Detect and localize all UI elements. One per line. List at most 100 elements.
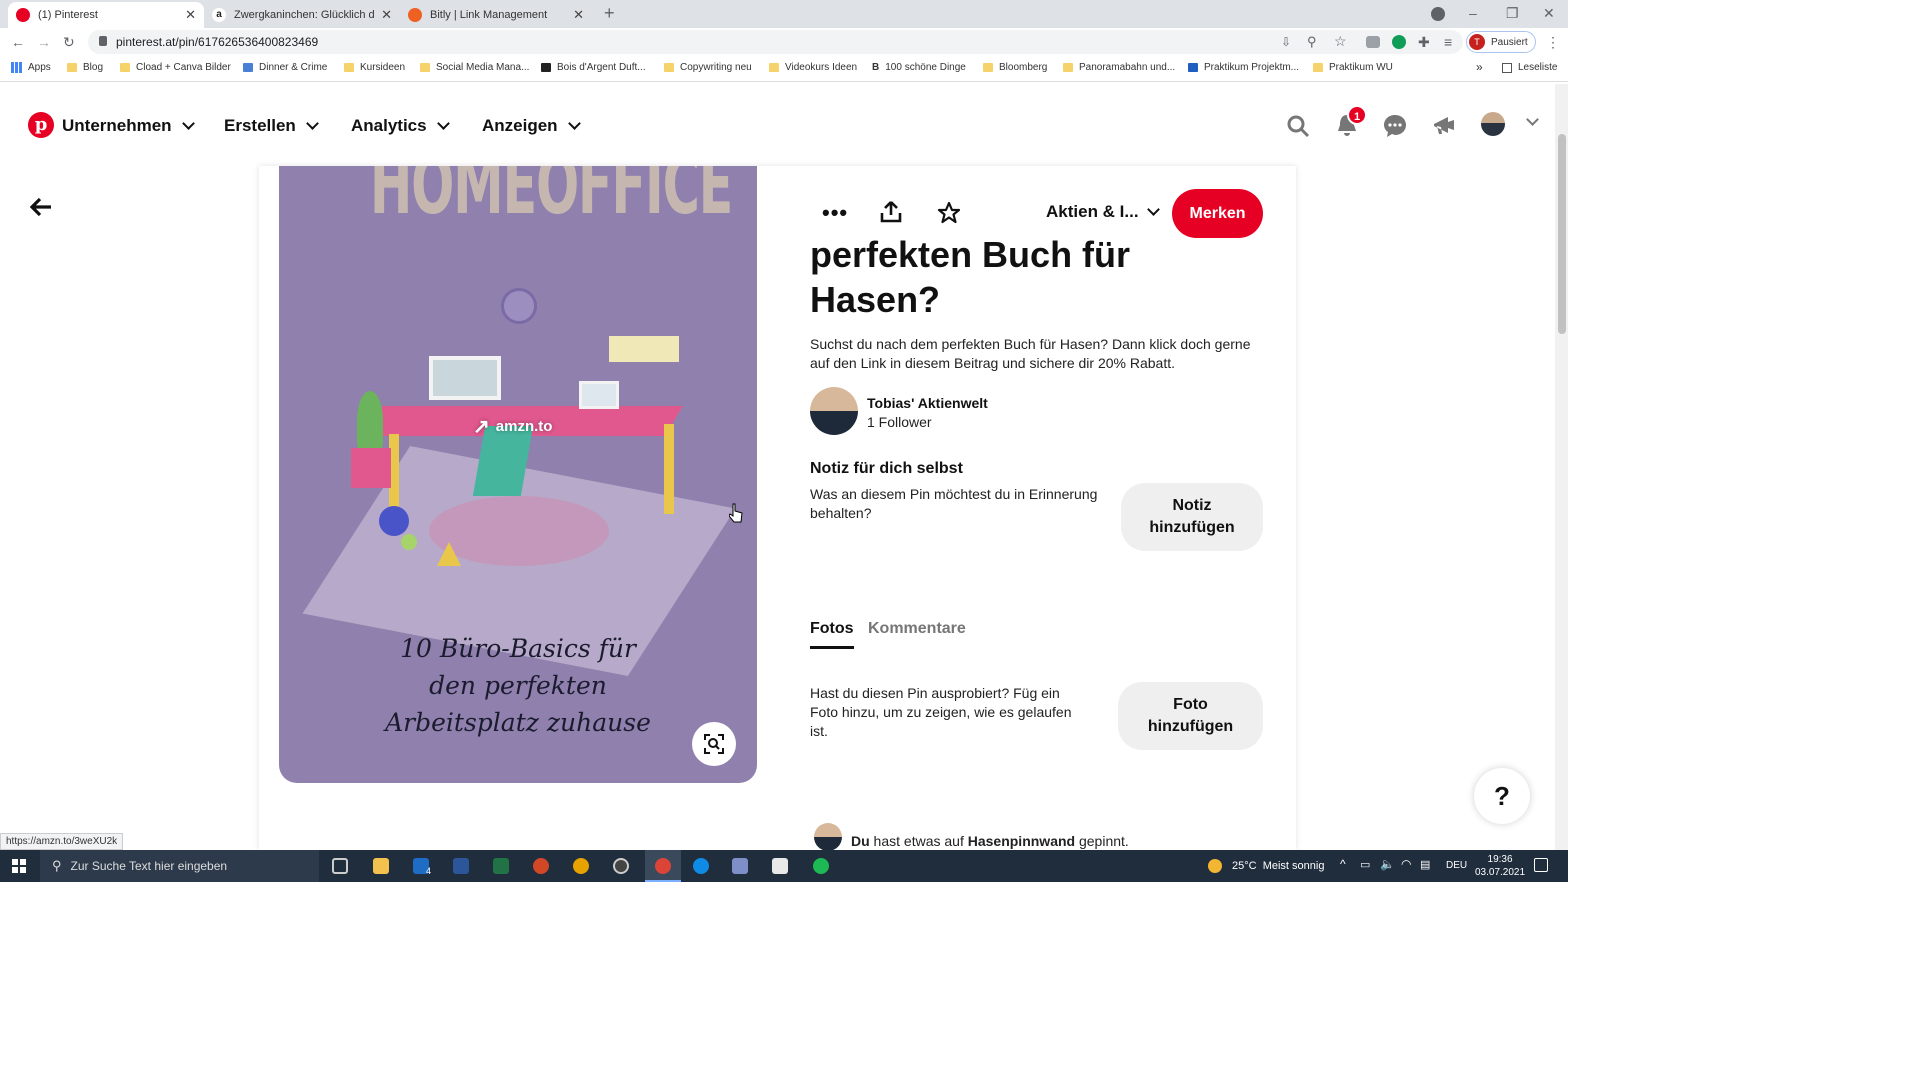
keyboard-icon[interactable]: ▤ bbox=[1420, 858, 1430, 871]
page-scrollbar[interactable] bbox=[1555, 84, 1568, 850]
bookmark-item[interactable]: Blog bbox=[67, 62, 103, 73]
forward-icon[interactable]: → bbox=[37, 35, 51, 49]
bookmark-item[interactable]: Bloomberg bbox=[983, 62, 1047, 73]
notification-center-icon[interactable] bbox=[1534, 858, 1548, 872]
zoom-icon[interactable]: ⚲ bbox=[1307, 34, 1317, 50]
back-arrow-icon[interactable] bbox=[30, 196, 52, 218]
powerpoint-icon[interactable] bbox=[533, 858, 549, 874]
wifi-icon[interactable]: ◠ bbox=[1401, 857, 1411, 871]
bookmark-item[interactable]: Social Media Mana... bbox=[420, 62, 529, 73]
install-icon[interactable]: ⇩ bbox=[1281, 35, 1291, 49]
restore-icon[interactable]: ❐ bbox=[1506, 6, 1519, 20]
plant-illustration bbox=[357, 391, 383, 449]
volume-icon[interactable]: 🔈 bbox=[1380, 857, 1395, 871]
author-name[interactable]: Tobias' Aktienwelt bbox=[867, 395, 988, 411]
author-avatar[interactable] bbox=[810, 387, 858, 435]
bookmark-item[interactable]: Cload + Canva Bilder bbox=[120, 62, 231, 73]
tray-chevron-up-icon[interactable]: ^ bbox=[1340, 857, 1346, 871]
help-button[interactable]: ? bbox=[1474, 768, 1530, 824]
tab-fotos[interactable]: Fotos bbox=[810, 620, 854, 649]
chrome-icon bbox=[655, 858, 671, 874]
activity-board[interactable]: Hasenpinnwand bbox=[968, 833, 1075, 849]
excel-icon[interactable] bbox=[493, 858, 509, 874]
notepad-icon[interactable] bbox=[772, 858, 788, 874]
bookmark-item[interactable]: Copywriting neu bbox=[664, 62, 752, 73]
nav-erstellen[interactable]: Erstellen bbox=[224, 116, 319, 136]
profile-button[interactable]: T Pausiert bbox=[1466, 31, 1536, 53]
new-tab-icon[interactable]: + bbox=[604, 4, 615, 22]
edge-icon[interactable] bbox=[693, 858, 709, 874]
abp-extension-icon[interactable] bbox=[1366, 36, 1380, 48]
grammarly-extension-icon[interactable] bbox=[1392, 35, 1406, 49]
weather-text[interactable]: 25°C Meist sonnig bbox=[1232, 860, 1324, 872]
activity-user[interactable]: Du bbox=[851, 833, 870, 849]
back-icon[interactable]: ← bbox=[11, 35, 25, 49]
app-icon[interactable] bbox=[573, 858, 589, 874]
more-options-icon[interactable]: ••• bbox=[822, 200, 848, 226]
star-icon[interactable] bbox=[937, 201, 961, 224]
windows-start-icon[interactable] bbox=[12, 859, 26, 873]
network-icon[interactable]: ▭ bbox=[1360, 858, 1370, 871]
obs-icon[interactable] bbox=[613, 858, 629, 874]
megaphone-icon[interactable] bbox=[1432, 114, 1456, 136]
nav-analytics[interactable]: Analytics bbox=[351, 116, 450, 136]
share-icon[interactable] bbox=[880, 200, 902, 224]
taskbar-search-field[interactable]: ⚲ Zur Suche Text hier eingeben bbox=[40, 850, 319, 882]
extensions-icon[interactable]: ✚ bbox=[1418, 35, 1430, 49]
minimize-icon[interactable]: – bbox=[1469, 6, 1477, 20]
task-view-icon[interactable] bbox=[332, 858, 348, 874]
bookmark-label: Blog bbox=[83, 62, 104, 73]
close-tab-icon[interactable]: ✕ bbox=[573, 7, 584, 23]
bookmark-item[interactable]: Dinner & Crime bbox=[243, 62, 327, 73]
pin-image[interactable]: HOMEOFFICE ↗ amzn.to 10 Büro-Basics für d… bbox=[279, 166, 757, 783]
bookmark-item[interactable]: Praktikum WU bbox=[1313, 62, 1393, 73]
app-icon[interactable] bbox=[732, 858, 748, 874]
bookmark-item[interactable]: Videokurs Ideen bbox=[769, 62, 857, 73]
visual-search-button[interactable] bbox=[692, 722, 736, 766]
nav-unternehmen[interactable]: Unternehmen bbox=[62, 116, 195, 136]
add-photo-button[interactable]: Foto hinzufügen bbox=[1118, 682, 1263, 750]
shelf-illustration bbox=[609, 336, 679, 362]
save-button[interactable]: Merken bbox=[1172, 189, 1263, 238]
spotify-icon[interactable] bbox=[813, 858, 829, 874]
tab-zwergkaninchen[interactable]: a Zwergkaninchen: Glücklich durch ✕ bbox=[204, 2, 400, 28]
bookmark-item[interactable]: Panoramabahn und... bbox=[1063, 62, 1175, 73]
clock[interactable]: 19:36 03.07.2021 bbox=[1475, 853, 1525, 879]
bookmark-apps[interactable]: Apps bbox=[11, 62, 51, 73]
bookmark-item[interactable]: B 100 schöne Dinge bbox=[872, 62, 966, 73]
pinterest-logo-icon[interactable]: p bbox=[28, 112, 54, 138]
close-tab-icon[interactable]: ✕ bbox=[381, 7, 392, 23]
b-site-icon: B bbox=[872, 62, 880, 73]
search-icon[interactable] bbox=[1286, 114, 1310, 138]
chrome-taskbar-button[interactable] bbox=[645, 850, 681, 882]
bookmark-item[interactable]: Bois d'Argent Duft... bbox=[541, 62, 646, 73]
language-indicator[interactable]: DEU bbox=[1446, 860, 1467, 871]
account-chevron-down-icon[interactable] bbox=[1526, 113, 1539, 126]
word-icon[interactable] bbox=[453, 858, 469, 874]
board-select-dropdown[interactable]: Aktien & I... bbox=[1046, 202, 1160, 222]
bookmark-star-icon[interactable]: ☆ bbox=[1334, 33, 1347, 50]
bookmark-item[interactable]: Kursideen bbox=[344, 62, 405, 73]
close-tab-icon[interactable]: ✕ bbox=[185, 7, 196, 23]
reload-icon[interactable]: ↻ bbox=[63, 35, 75, 49]
bookmark-item[interactable]: Praktikum Projektm... bbox=[1188, 62, 1299, 73]
tab-kommentare[interactable]: Kommentare bbox=[868, 620, 966, 638]
messages-icon[interactable] bbox=[1382, 113, 1408, 139]
reading-list-button[interactable]: Leseliste bbox=[1502, 62, 1557, 73]
chrome-menu-icon[interactable]: ⋮ bbox=[1546, 35, 1560, 49]
avatar[interactable] bbox=[1481, 112, 1505, 136]
mouse-cursor-icon bbox=[729, 503, 743, 523]
scrollbar-thumb[interactable] bbox=[1558, 134, 1566, 334]
url-field[interactable]: pinterest.at/pin/617626536400823469 ⇩ ⚲ … bbox=[88, 30, 1463, 54]
tab-search-icon[interactable] bbox=[1431, 7, 1445, 21]
media-icon[interactable]: ≡ bbox=[1444, 35, 1452, 49]
add-note-button[interactable]: Notiz hinzufügen bbox=[1121, 483, 1263, 551]
file-explorer-icon[interactable] bbox=[373, 858, 389, 874]
nav-anzeigen[interactable]: Anzeigen bbox=[482, 116, 581, 136]
tab-bitly[interactable]: Bitly | Link Management ✕ bbox=[400, 2, 592, 28]
bookmark-overflow-button[interactable]: » bbox=[1476, 60, 1483, 74]
pin-link-overlay[interactable]: ↗ amzn.to bbox=[473, 414, 552, 439]
close-window-icon[interactable]: ✕ bbox=[1543, 6, 1555, 20]
chevron-down-icon bbox=[1146, 203, 1160, 216]
tab-pinterest[interactable]: (1) Pinterest ✕ bbox=[8, 2, 204, 28]
